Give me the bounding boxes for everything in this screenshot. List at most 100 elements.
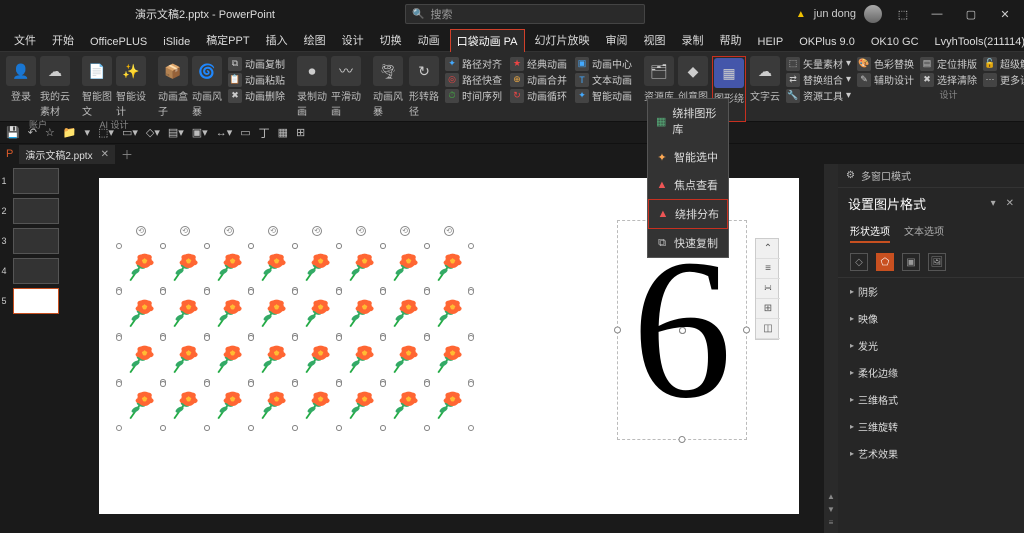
tab-17[interactable]: OKPlus 9.0 [793,33,861,51]
vertical-scrollbar[interactable]: ▲▼≡ [824,164,838,533]
flower-image[interactable] [163,338,207,382]
flower-image[interactable] [207,338,251,382]
add-doc-button[interactable]: ＋ [121,146,133,163]
flower-image[interactable] [339,384,383,428]
flower-image[interactable] [295,384,339,428]
flower-image[interactable] [119,292,163,336]
flower-image[interactable] [427,246,471,290]
flower-image[interactable] [339,292,383,336]
flower-image[interactable] [427,384,471,428]
flower-image[interactable] [251,292,295,336]
resource-lib-button[interactable]: 🗂 [644,56,674,86]
dropdown-item-0[interactable]: ▦绕排图形库 [648,99,728,143]
close-button[interactable]: ✕ [992,3,1018,25]
flower-image[interactable] [339,246,383,290]
flower-image[interactable] [119,338,163,382]
cloud-assets-button[interactable]: ☁ [40,56,70,86]
flower-image[interactable] [295,246,339,290]
maximize-button[interactable]: ▢ [958,3,984,25]
document-tab[interactable]: 演示文稿2.pptx✕ [19,145,115,164]
flower-image[interactable] [119,246,163,290]
minimize-button[interactable]: — [924,3,950,25]
tab-19[interactable]: LvyhTools(211114) [929,33,1024,51]
thumbnail-5[interactable] [13,288,59,314]
tab-12[interactable]: 审阅 [600,29,634,51]
shape-to-path-button[interactable]: ↻ [409,56,439,86]
anim-delete-button[interactable]: ✖动画删除 [228,88,285,103]
anim-storm-button[interactable]: 🌀 [192,56,222,86]
flower-image[interactable] [383,246,427,290]
anim-paste-button[interactable]: 📋动画粘贴 [228,72,285,87]
anim-copy-button[interactable]: ⧉动画复制 [228,56,285,71]
tab-10[interactable]: 口袋动画 PA [450,29,525,52]
subtab-1[interactable]: 文本选项 [904,223,944,243]
flower-image[interactable] [383,384,427,428]
tab-5[interactable]: 插入 [260,29,294,51]
smart-text-button[interactable]: 📄 [82,56,112,86]
record-anim-button[interactable]: ⏺ [297,56,327,86]
flower-image[interactable] [383,292,427,336]
flower-image[interactable] [207,384,251,428]
thumbnail-1[interactable] [13,168,59,194]
smart-design-button[interactable]: ✨ [116,56,146,86]
flower-image[interactable] [427,338,471,382]
flower-image[interactable] [207,292,251,336]
align-icon[interactable]: ≡ [756,259,780,279]
flower-image[interactable] [251,246,295,290]
tab-15[interactable]: 帮助 [714,29,748,51]
flower-grid[interactable] [119,246,471,428]
dropdown-item-1[interactable]: ✦智能选中 [648,143,728,171]
dropdown-item-4[interactable]: ⧉快速复制 [648,229,728,257]
thumbnail-3[interactable] [13,228,59,254]
flower-image[interactable] [163,246,207,290]
tab-2[interactable]: OfficePLUS [84,33,153,51]
thumbnail-2[interactable] [13,198,59,224]
anim-wind-button[interactable]: 🌪 [373,56,403,86]
section-1[interactable]: 映像 [838,305,1024,332]
login-button[interactable]: 👤 [6,56,36,86]
tab-14[interactable]: 录制 [676,29,710,51]
section-3[interactable]: 柔化边缘 [838,359,1024,386]
tab-18[interactable]: OK10 GC [865,33,925,51]
section-6[interactable]: 艺术效果 [838,440,1024,467]
gear-icon[interactable]: ⚙ [846,170,855,181]
flower-image[interactable] [163,292,207,336]
qa-folder-icon[interactable]: 📁 [63,126,77,139]
subtab-0[interactable]: 形状选项 [850,223,890,243]
section-2[interactable]: 发光 [838,332,1024,359]
avatar[interactable] [864,5,882,23]
distribute-icon[interactable]: ∺ [756,279,780,299]
tab-0[interactable]: 文件 [8,29,42,51]
flower-image[interactable] [251,338,295,382]
section-5[interactable]: 三维旋转 [838,413,1024,440]
tab-1[interactable]: 开始 [46,29,80,51]
creative-shape-button[interactable]: ◆ [678,56,708,86]
panel-close-icon[interactable]: ✕ [1006,198,1014,209]
tab-16[interactable]: HEIP [752,33,790,51]
flower-image[interactable] [339,338,383,382]
fill-icon[interactable]: ◇ [850,253,868,271]
flower-image[interactable] [427,292,471,336]
tab-11[interactable]: 幻灯片放映 [529,29,596,51]
panel-dropdown-icon[interactable]: ▾ [991,198,996,209]
user-name[interactable]: jun dong [814,8,856,20]
group-icon[interactable]: ⊞ [756,299,780,319]
tab-6[interactable]: 绘图 [298,29,332,51]
tab-8[interactable]: 切换 [374,29,408,51]
wordcloud-button[interactable]: ☁ [750,56,780,86]
flower-image[interactable] [119,384,163,428]
tab-13[interactable]: 视图 [638,29,672,51]
section-0[interactable]: 阴影 [838,278,1024,305]
flower-image[interactable] [383,338,427,382]
tab-9[interactable]: 动画 [412,29,446,51]
thumbnail-4[interactable] [13,258,59,284]
close-doc-icon[interactable]: ✕ [101,149,109,160]
tab-4[interactable]: 稿定PPT [200,29,255,51]
size-icon[interactable]: ▣ [902,253,920,271]
anim-box-button[interactable]: 📦 [158,56,188,86]
section-4[interactable]: 三维格式 [838,386,1024,413]
flower-image[interactable] [295,338,339,382]
flower-image[interactable] [251,384,295,428]
smooth-anim-button[interactable]: 〰 [331,56,361,86]
tab-3[interactable]: iSlide [157,33,196,51]
